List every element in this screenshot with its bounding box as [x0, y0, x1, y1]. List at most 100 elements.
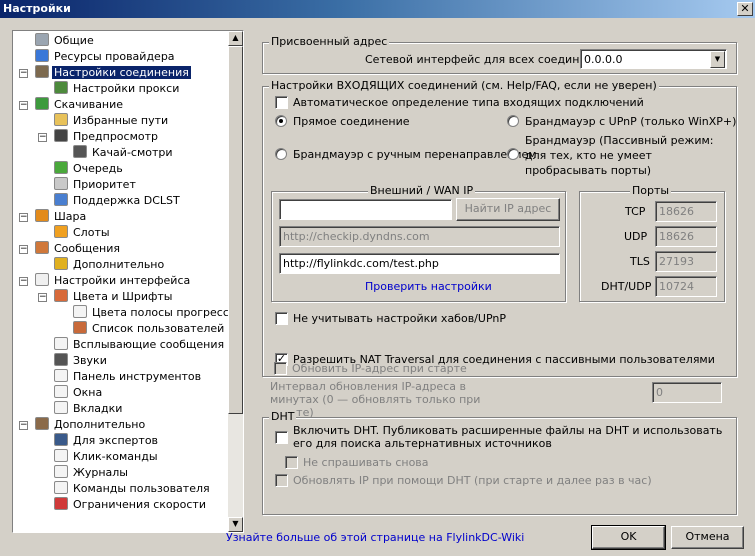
share-icon [35, 209, 49, 222]
tree-item[interactable]: Настройки интерфейса [35, 273, 192, 289]
settings-tree[interactable]: Общие Ресурсы провайдера − Настройки соедин… [12, 30, 244, 533]
progress-icon [73, 305, 87, 318]
tabs-icon [54, 401, 68, 414]
udp-port-input[interactable]: 18626 [655, 226, 717, 247]
tree-list: Общие Ресурсы провайдера − Настройки соедин… [13, 31, 229, 532]
tree-item[interactable]: Цвета и Шрифты [54, 289, 174, 305]
scroll-down-icon[interactable]: ▼ [228, 517, 243, 532]
check-settings-link[interactable]: Проверить настройки [365, 280, 492, 293]
scroll-up-icon[interactable]: ▲ [228, 31, 243, 46]
passive-radio[interactable] [507, 148, 519, 160]
tree-item[interactable]: Панель инструментов [54, 369, 203, 385]
tree-item[interactable]: Ограничения скорости [54, 497, 208, 513]
checkip-url-input[interactable]: http://checkip.dyndns.com [279, 226, 560, 247]
tree-item[interactable]: Клик-команды [54, 449, 160, 465]
find-ip-button[interactable]: Найти IP адрес [456, 198, 560, 221]
direct-radio[interactable] [275, 115, 287, 127]
expand-toggle-icon[interactable]: − [19, 69, 28, 78]
tree-scrollbar[interactable]: ▲ ▼ [228, 31, 243, 532]
tree-item[interactable]: Звуки [54, 353, 109, 369]
tree-item[interactable]: Вкладки [54, 401, 124, 417]
tree-item-label: Дополнительно [73, 258, 165, 271]
tree-item[interactable]: Общие [35, 33, 96, 49]
tree-item[interactable]: Всплывающие сообщения [54, 337, 226, 353]
dht-update-ip-checkbox[interactable] [275, 474, 288, 487]
expand-toggle-icon[interactable]: − [19, 421, 28, 430]
tree-item[interactable]: Настройки прокси [54, 81, 181, 97]
film-icon [73, 145, 87, 158]
close-icon[interactable]: ✕ [737, 2, 753, 16]
ignore-hub-checkbox[interactable] [275, 312, 288, 325]
palette-icon [54, 289, 68, 302]
wan-ip-input[interactable] [279, 199, 452, 220]
expand-toggle-icon[interactable]: − [19, 245, 28, 254]
dont-ask-checkbox[interactable] [285, 456, 298, 469]
tcp-port-input[interactable]: 18626 [655, 201, 717, 222]
globe-icon [35, 49, 49, 62]
tree-item[interactable]: Скачивание [35, 97, 125, 113]
tree-item[interactable]: Качай-смотри [73, 145, 175, 161]
tree-item-label: Ресурсы провайдера [54, 50, 175, 63]
expand-toggle-icon[interactable]: − [19, 213, 28, 222]
scroll-thumb[interactable] [228, 46, 243, 414]
manual-radio[interactable] [275, 148, 287, 160]
tree-item-label: Панель инструментов [73, 370, 202, 383]
tree-item[interactable]: Команды пользователя [54, 481, 212, 497]
tree-item[interactable]: Ресурсы провайдера [35, 49, 177, 65]
tree-item-label: Окна [73, 386, 103, 399]
title-bar: Настройки ✕ [0, 0, 755, 18]
update-ip-start-checkbox[interactable] [274, 362, 287, 375]
tree-item-label: Слоты [73, 226, 110, 239]
network-interface-select[interactable]: 0.0.0.0 ▼ [580, 49, 727, 69]
network-interface-value: 0.0.0.0 [584, 53, 623, 66]
auto-detect-checkbox[interactable] [275, 96, 288, 109]
tree-item[interactable]: Поддержка DCLST [54, 193, 182, 209]
tls-port-input[interactable]: 27193 [655, 251, 717, 272]
tree-item[interactable]: Дополнительно [54, 257, 166, 273]
windows-icon [54, 385, 68, 398]
wiki-link[interactable]: Узнайте больше об этой странице на Flyli… [226, 531, 524, 544]
tree-item[interactable]: Окна [54, 385, 104, 401]
expand-toggle-icon[interactable]: − [19, 101, 28, 110]
dont-ask-label: Не спрашивать снова [303, 456, 429, 469]
enable-dht-checkbox[interactable] [275, 431, 288, 444]
tree-item-label: Цвета и Шрифты [73, 290, 173, 303]
tree-item[interactable]: Шара [35, 209, 88, 225]
tree-item[interactable]: Избранные пути [54, 113, 170, 129]
tree-item-label: Настройки интерфейса [54, 274, 191, 287]
dht-port-input[interactable]: 10724 [655, 276, 717, 297]
tree-item[interactable]: Очередь [54, 161, 125, 177]
queue-icon [54, 161, 68, 174]
expand-toggle-icon[interactable]: − [19, 277, 28, 286]
ok-button[interactable]: OK [591, 525, 666, 550]
tree-item[interactable]: Слоты [54, 225, 112, 241]
dclst-icon [54, 193, 68, 206]
expand-toggle-icon[interactable]: − [38, 133, 47, 142]
userlist-icon [73, 321, 87, 334]
upnp-radio[interactable] [507, 115, 519, 127]
tree-item[interactable]: Журналы [54, 465, 130, 481]
general-icon [35, 33, 49, 46]
cancel-button[interactable]: Отмена [671, 526, 744, 549]
tree-item-label: Клик-команды [73, 450, 158, 463]
tree-item-label: Журналы [73, 466, 128, 479]
expand-toggle-icon[interactable]: − [38, 293, 47, 302]
ignore-hub-label: Не учитывать настройки хабов/UPnP [293, 312, 506, 325]
test-url-input[interactable]: http://flylinkdc.com/test.php [279, 253, 560, 274]
tree-item[interactable]: Настройки соединения [35, 65, 191, 81]
tree-item-label: Приоритет [73, 178, 136, 191]
tree-item[interactable]: Сообщения [35, 241, 122, 257]
tree-item[interactable]: Цвета полосы прогресса [73, 305, 229, 321]
tree-item[interactable]: Список пользователей [73, 321, 226, 337]
chevron-down-icon[interactable]: ▼ [710, 51, 725, 68]
tree-item[interactable]: Для экспертов [54, 433, 160, 449]
network-interface-label: Сетевой интерфейс для всех соединений [365, 53, 608, 66]
tree-item-label: Предпросмотр [73, 130, 158, 143]
download-icon [35, 97, 49, 110]
tree-item[interactable]: Дополнительно [35, 417, 147, 433]
update-interval-input[interactable]: 0 [652, 382, 722, 403]
tree-item[interactable]: Предпросмотр [54, 129, 160, 145]
tree-item[interactable]: Приоритет [54, 177, 138, 193]
tree-item-label: Очередь [73, 162, 123, 175]
tree-item-label: Дополнительно [54, 418, 146, 431]
